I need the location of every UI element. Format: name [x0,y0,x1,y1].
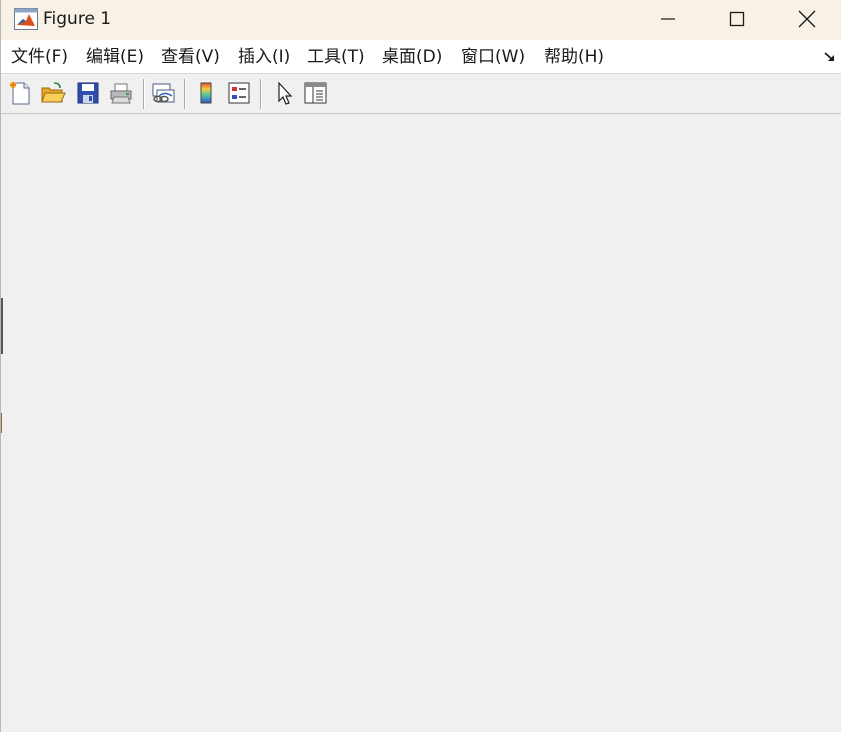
open-file-icon [41,82,66,103]
print-icon [110,83,132,104]
toolbar-separator [184,79,185,109]
toolbar-separator [260,79,261,109]
menu-bar: 文件(F) 编辑(E) 查看(V) 插入(I) 工具(T) 桌面(D) 窗口(W… [1,40,841,74]
minimize-button[interactable] [633,0,703,38]
menu-tools[interactable]: 工具(T) [307,46,365,68]
menu-view[interactable]: 查看(V) [161,46,220,68]
menu-edit[interactable]: 编辑(E) [86,46,144,68]
dock-arrow-icon[interactable] [823,50,837,64]
toolbar-separator [143,79,144,109]
property-inspector-icon [304,82,327,104]
minimize-icon [661,18,675,20]
save-button[interactable] [73,78,103,108]
menu-insert[interactable]: 插入(I) [238,46,290,68]
window-edge-mark [1,413,2,433]
edit-plot-icon [278,81,293,105]
close-button[interactable] [772,0,841,38]
property-inspector-button[interactable] [300,78,330,108]
title-bar[interactable]: Figure 1 [1,0,841,40]
save-icon [77,82,99,104]
maximize-button[interactable] [702,0,772,38]
new-figure-icon [9,81,30,105]
link-plot-button[interactable] [148,78,178,108]
window-title: Figure 1 [43,9,112,29]
figure-canvas[interactable] [1,115,841,732]
matlab-logo-icon [14,8,38,30]
insert-legend-button[interactable] [224,78,254,108]
close-icon [798,10,816,28]
figure-window: Figure 1 文件(F) 编辑(E) 查看(V) 插入(I) 工具(T) 桌… [0,0,841,732]
menu-file[interactable]: 文件(F) [11,46,68,68]
menu-window[interactable]: 窗口(W) [461,46,525,68]
insert-colorbar-button[interactable] [191,78,221,108]
print-button[interactable] [106,78,136,108]
figure-toolbar [1,74,841,114]
insert-colorbar-icon [200,82,212,104]
edit-plot-button[interactable] [268,78,298,108]
menu-desktop[interactable]: 桌面(D) [382,46,442,68]
window-edge-mark [1,298,3,354]
maximize-icon [729,11,745,27]
insert-legend-icon [228,82,250,104]
link-plot-icon [152,83,175,103]
new-figure-button[interactable] [5,78,35,108]
open-file-button[interactable] [38,78,68,108]
menu-help[interactable]: 帮助(H) [544,46,604,68]
